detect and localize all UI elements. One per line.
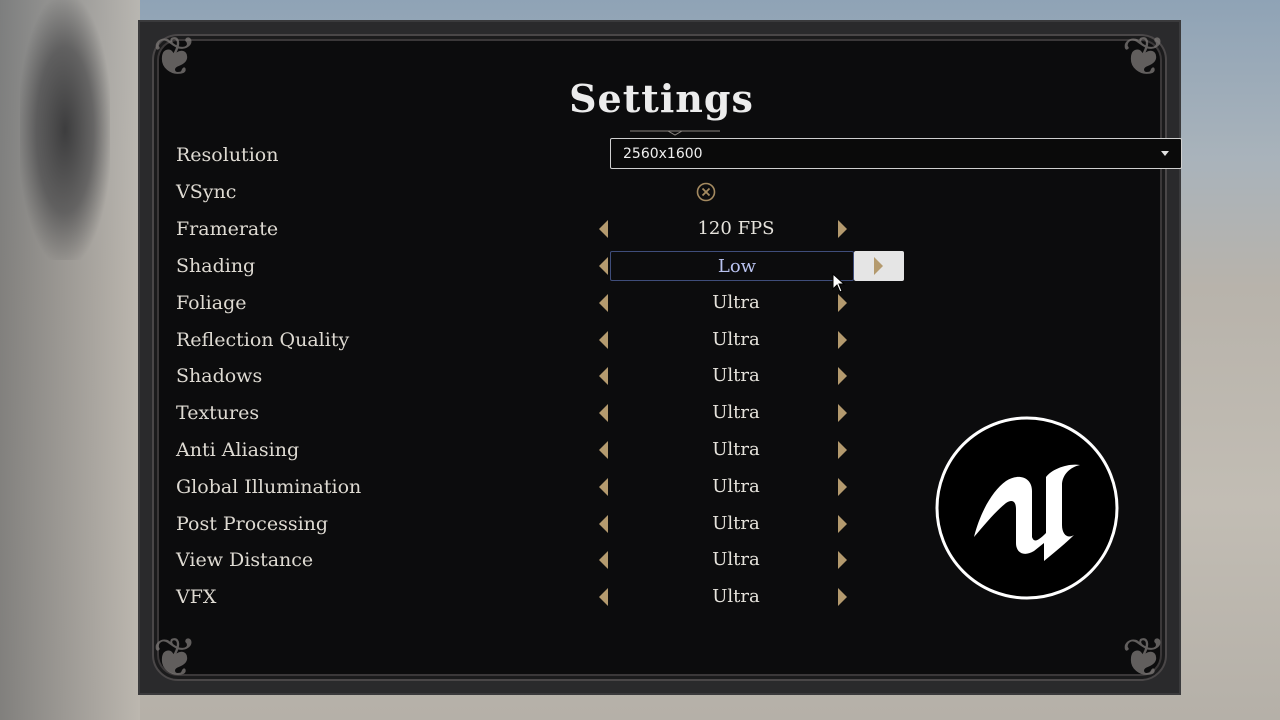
arrow-left-icon[interactable] [596,476,610,498]
setting-label: Framerate [176,218,279,240]
chevron-down-icon [1161,151,1169,156]
setting-label: Shadows [176,365,263,387]
setting-row-resolution: Resolution 2560x1600 [176,138,1182,170]
corner-ornament-icon: ❦ [1121,626,1167,689]
shading-selector[interactable]: Low [610,251,854,281]
arrow-left-icon[interactable] [596,365,610,387]
arrow-left-icon[interactable] [596,329,610,351]
arrow-right-icon[interactable] [836,218,850,240]
arrow-left-icon[interactable] [596,292,610,314]
setting-label: Shading [176,255,256,277]
setting-label: Reflection Quality [176,329,350,351]
setting-value: Ultra [712,439,760,460]
setting-row-reflection-quality: Reflection Quality Ultra [176,325,1156,355]
unreal-engine-logo [935,416,1119,600]
mouse-cursor-icon [832,273,846,293]
vsync-toggle-close-icon[interactable] [696,182,716,202]
arrow-left-icon[interactable] [596,439,610,461]
arrow-right-button[interactable] [854,251,904,281]
arrow-right-icon[interactable] [836,292,850,314]
arrow-right-icon[interactable] [836,329,850,351]
arrow-right-icon[interactable] [836,365,850,387]
setting-value: 120 FPS [697,218,775,239]
page-title: Settings [569,76,754,121]
setting-label: Foliage [176,292,247,314]
setting-value: Ultra [712,476,760,497]
arrow-left-icon[interactable] [596,513,610,535]
setting-row-shading: Shading Low [176,251,1156,281]
title-flourish-icon [630,130,720,136]
setting-value: Ultra [712,549,760,570]
setting-value: Ultra [712,365,760,386]
setting-row-framerate: Framerate 120 FPS [176,214,1156,244]
setting-label: Post Processing [176,513,329,535]
arrow-left-icon[interactable] [596,255,610,277]
arrow-right-icon[interactable] [836,586,850,608]
setting-label: Resolution [176,144,279,166]
setting-value: Low [717,256,757,277]
setting-value: Ultra [712,513,760,534]
setting-label: View Distance [176,549,314,571]
setting-label: VFX [176,586,217,608]
arrow-right-icon[interactable] [836,476,850,498]
arrow-right-icon[interactable] [836,439,850,461]
setting-row-shadows: Shadows Ultra [176,361,1156,391]
setting-value: Ultra [712,402,760,423]
setting-row-foliage: Foliage Ultra [176,288,1156,318]
setting-label: VSync [176,181,237,203]
setting-label: Global Illumination [176,476,362,498]
setting-value: Ultra [712,586,760,607]
arrow-right-icon[interactable] [836,402,850,424]
setting-label: Anti Aliasing [176,439,300,461]
resolution-dropdown[interactable]: 2560x1600 [610,138,1182,169]
arrow-right-icon [874,257,883,275]
setting-value: Ultra [712,292,760,313]
setting-label: Textures [176,402,260,424]
arrow-right-icon[interactable] [836,549,850,571]
setting-row-vsync: VSync [176,177,1156,207]
dropdown-value: 2560x1600 [623,146,703,162]
setting-value: Ultra [712,329,760,350]
arrow-left-icon[interactable] [596,549,610,571]
arrow-left-icon[interactable] [596,402,610,424]
arrow-left-icon[interactable] [596,586,610,608]
arrow-left-icon[interactable] [596,218,610,240]
arrow-right-icon[interactable] [836,513,850,535]
corner-ornament-icon: ❦ [152,626,198,689]
background-shadow [20,0,110,260]
